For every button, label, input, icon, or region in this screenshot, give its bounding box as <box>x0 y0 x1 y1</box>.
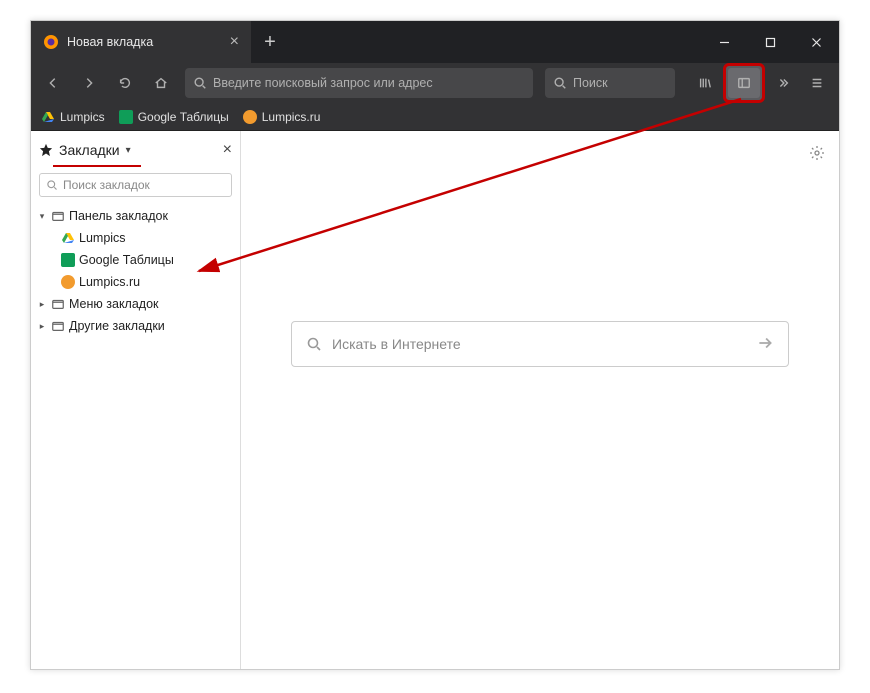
folder-icon <box>51 209 65 223</box>
tab-title: Новая вкладка <box>67 35 153 49</box>
sidebar-toggle-highlight <box>723 63 765 103</box>
bookmark-label: Lumpics <box>60 110 105 124</box>
folder-icon <box>51 297 65 311</box>
bookmark-label: Lumpics.ru <box>262 110 321 124</box>
url-bar[interactable]: Введите поисковый запрос или адрес <box>185 68 533 98</box>
window-controls <box>701 21 839 63</box>
browser-window: Новая вкладка × + Введите поисковый запр… <box>30 20 840 670</box>
bookmark-item-lumpicsru[interactable]: Lumpics.ru <box>243 110 321 124</box>
reload-button[interactable] <box>109 68 141 98</box>
forward-button[interactable] <box>73 68 105 98</box>
twisty-icon: ▸ <box>37 299 47 310</box>
chevron-down-icon[interactable]: ▾ <box>126 145 131 156</box>
tree-leaf-lumpicsru[interactable]: Lumpics.ru <box>31 271 240 293</box>
back-button[interactable] <box>37 68 69 98</box>
sidebar-close-button[interactable]: × <box>223 141 232 159</box>
tree-label: Меню закладок <box>69 297 159 311</box>
twisty-icon: ▸ <box>37 321 47 332</box>
site-icon <box>243 110 257 124</box>
library-shelf-button[interactable] <box>689 68 721 98</box>
tree-folder-other[interactable]: ▸ Другие закладки <box>31 315 240 337</box>
search-icon <box>553 76 567 90</box>
bookmark-label: Google Таблицы <box>138 110 229 124</box>
star-icon <box>39 143 53 157</box>
site-icon <box>61 275 75 289</box>
bookmarks-sidebar: Закладки ▾ × Поиск закладок ▾ Панель зак… <box>31 131 241 669</box>
search-icon <box>193 76 207 90</box>
newtab-search-placeholder: Искать в Интернете <box>332 336 461 352</box>
bookmark-item-sheets[interactable]: Google Таблицы <box>119 110 229 124</box>
tree-label: Другие закладки <box>69 319 165 333</box>
annotation-underline <box>53 165 141 167</box>
active-tab[interactable]: Новая вкладка × <box>31 21 251 63</box>
new-tab-button[interactable]: + <box>251 21 289 63</box>
folder-icon <box>51 319 65 333</box>
newtab-search-input[interactable]: Искать в Интернете <box>291 321 789 367</box>
search-bar[interactable]: Поиск <box>545 68 675 98</box>
bookmarks-toolbar: Lumpics Google Таблицы Lumpics.ru <box>31 103 839 131</box>
tree-label: Google Таблицы <box>79 253 174 267</box>
search-icon <box>46 179 58 191</box>
bookmarks-tree: ▾ Панель закладок Lumpics Google Таблицы <box>31 203 240 345</box>
sidebar-search-input[interactable]: Поиск закладок <box>39 173 232 197</box>
content-area: Закладки ▾ × Поиск закладок ▾ Панель зак… <box>31 131 839 669</box>
search-icon <box>306 336 322 352</box>
sheets-icon <box>61 253 75 267</box>
tree-label: Lumpics.ru <box>79 275 140 289</box>
minimize-button[interactable] <box>701 21 747 63</box>
search-placeholder: Поиск <box>573 76 608 90</box>
app-menu-button[interactable] <box>801 68 833 98</box>
tree-leaf-lumpics[interactable]: Lumpics <box>31 227 240 249</box>
maximize-button[interactable] <box>747 21 793 63</box>
twisty-icon: ▾ <box>37 211 47 222</box>
overflow-button[interactable] <box>767 68 799 98</box>
sidebar-header: Закладки ▾ × <box>31 131 240 169</box>
bookmark-item-lumpics[interactable]: Lumpics <box>41 110 105 124</box>
titlebar: Новая вкладка × + <box>31 21 839 63</box>
tree-folder-panel[interactable]: ▾ Панель закладок <box>31 205 240 227</box>
tree-leaf-sheets[interactable]: Google Таблицы <box>31 249 240 271</box>
arrow-right-icon[interactable] <box>756 334 774 355</box>
drive-icon <box>41 110 55 124</box>
drive-icon <box>61 231 75 245</box>
sheets-icon <box>119 110 133 124</box>
gear-icon[interactable] <box>809 145 825 166</box>
tree-label: Панель закладок <box>69 209 168 223</box>
tree-folder-menu[interactable]: ▸ Меню закладок <box>31 293 240 315</box>
navigation-toolbar: Введите поисковый запрос или адрес Поиск <box>31 63 839 103</box>
firefox-icon <box>43 34 59 50</box>
url-placeholder: Введите поисковый запрос или адрес <box>213 76 433 90</box>
home-button[interactable] <box>145 68 177 98</box>
sidebar-title[interactable]: Закладки <box>59 142 120 158</box>
tree-label: Lumpics <box>79 231 126 245</box>
new-tab-page: Искать в Интернете <box>241 131 839 669</box>
sidebar-search-placeholder: Поиск закладок <box>63 178 150 192</box>
sidebar-toggle-button[interactable] <box>728 68 760 98</box>
tab-close-button[interactable]: × <box>230 34 239 50</box>
close-window-button[interactable] <box>793 21 839 63</box>
